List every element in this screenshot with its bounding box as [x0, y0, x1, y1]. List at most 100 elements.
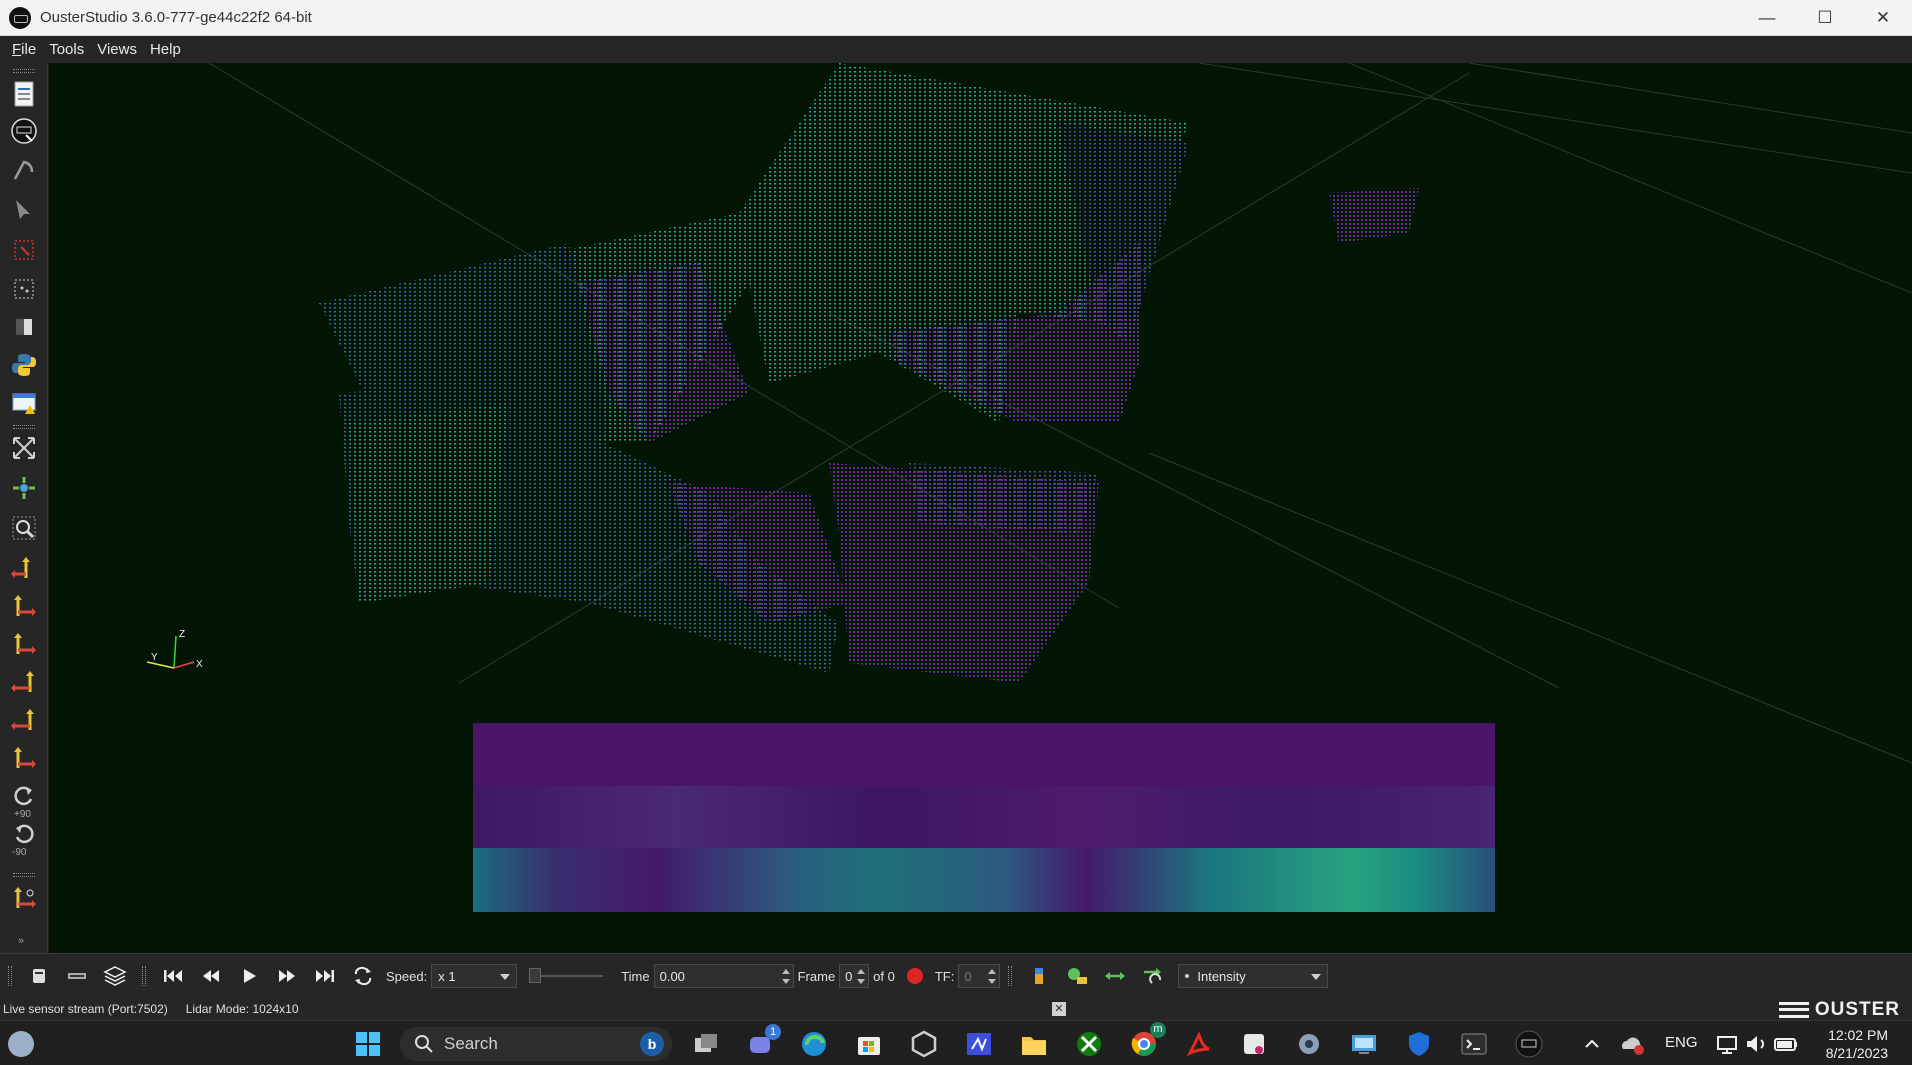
sensor-stream-button[interactable] — [9, 116, 39, 146]
rewind-button[interactable] — [196, 961, 226, 991]
taskbar-search-input[interactable]: Search b — [400, 1027, 672, 1061]
select-points-button[interactable] — [9, 274, 39, 304]
time-value: 0.00 — [659, 968, 685, 984]
toolbar-grip[interactable] — [142, 966, 146, 986]
toolbar-grip[interactable] — [1008, 966, 1013, 986]
toolbar-overflow-icon[interactable]: » — [18, 935, 24, 947]
view-minus-y-icon — [11, 671, 34, 692]
minimize-button[interactable]: — — [1738, 0, 1796, 36]
loop-button[interactable] — [348, 961, 378, 991]
play-button[interactable] — [234, 961, 264, 991]
menu-file[interactable]: File — [6, 41, 42, 58]
rotate-minus-90-icon — [15, 824, 34, 844]
battery-icon — [1774, 1038, 1797, 1051]
rotate-plus-90-button[interactable] — [9, 781, 39, 811]
remote-desktop-app[interactable] — [1348, 1028, 1380, 1060]
view-minus-z-button[interactable] — [9, 743, 39, 773]
menu-views[interactable]: Views — [91, 41, 143, 58]
axis-y-label: Y — [151, 652, 158, 663]
time-slider-handle[interactable] — [529, 968, 542, 983]
tf-stepper[interactable] — [986, 966, 998, 986]
layers-button[interactable] — [100, 961, 130, 991]
first-frame-button[interactable] — [158, 961, 188, 991]
measure-button[interactable] — [9, 155, 39, 185]
tf-input[interactable]: 0 — [958, 964, 1001, 988]
pointer-button[interactable] — [9, 194, 39, 224]
onedrive-tray[interactable] — [1616, 1028, 1648, 1060]
frame-input[interactable]: 0 — [839, 964, 870, 988]
transform-button[interactable] — [1138, 961, 1168, 991]
sensor-list-button[interactable] — [62, 961, 92, 991]
store-app[interactable] — [853, 1028, 885, 1060]
start-button[interactable] — [352, 1028, 384, 1060]
camera-orientation-button[interactable] — [9, 883, 39, 913]
loop-icon — [354, 966, 372, 986]
settings-app[interactable] — [1293, 1028, 1325, 1060]
python-shell-button[interactable] — [9, 350, 39, 380]
select-points-icon — [14, 279, 34, 299]
acrobat-app[interactable] — [1183, 1028, 1215, 1060]
unity-app[interactable] — [908, 1028, 940, 1060]
split-view-button[interactable] — [9, 312, 39, 342]
range-image-panel[interactable] — [473, 723, 1495, 912]
view-minus-x-button[interactable] — [9, 591, 39, 621]
zoom-to-data-button[interactable] — [9, 473, 39, 503]
file-explorer-app[interactable] — [1018, 1028, 1050, 1060]
speed-select[interactable]: x 1 — [431, 964, 518, 988]
color-by-select[interactable]: Intensity — [1178, 964, 1329, 988]
teams-app[interactable]: 1 — [745, 1024, 781, 1060]
maximize-button[interactable]: ☐ — [1796, 0, 1854, 36]
color-map-button[interactable] — [1062, 961, 1092, 991]
vs-code-app[interactable] — [963, 1028, 995, 1060]
reset-camera-icon — [13, 437, 35, 459]
warning-log-button[interactable] — [9, 388, 39, 418]
open-file-button[interactable] — [9, 79, 39, 109]
skip-to-start-icon — [164, 970, 182, 982]
snipping-tool-app[interactable] — [1238, 1028, 1270, 1060]
transform-icon — [1144, 968, 1162, 984]
weather-icon[interactable] — [8, 1031, 34, 1057]
task-view-button[interactable] — [690, 1028, 722, 1060]
point-cloud-viewport[interactable]: Z Y X — [49, 63, 1912, 953]
close-button[interactable]: ✕ — [1854, 0, 1912, 36]
view-plus-x-button[interactable] — [9, 553, 39, 583]
select-cells-button[interactable] — [9, 235, 39, 265]
volume-tray[interactable] — [1740, 1028, 1772, 1060]
frame-stepper[interactable] — [855, 966, 867, 986]
view-plus-y-button[interactable] — [9, 629, 39, 659]
sensor-config-button[interactable] — [24, 961, 54, 991]
tray-overflow-button[interactable] — [1576, 1028, 1608, 1060]
taskbar-clock[interactable]: 12:02 PM 8/21/2023 — [1826, 1026, 1888, 1062]
rotate-minus-90-button[interactable] — [9, 819, 39, 849]
toolbar-grip[interactable] — [13, 425, 35, 429]
menu-help[interactable]: Help — [144, 41, 187, 58]
zoom-to-box-button[interactable] — [9, 513, 39, 543]
menu-tools[interactable]: Tools — [43, 41, 90, 58]
color-legend-button[interactable] — [1024, 961, 1054, 991]
toolbar-grip[interactable] — [13, 69, 35, 73]
cloud-error-icon — [1622, 1037, 1644, 1055]
xbox-app[interactable] — [1073, 1028, 1105, 1060]
terminal-app[interactable] — [1458, 1028, 1490, 1060]
chrome-app[interactable]: m — [1128, 1022, 1166, 1060]
language-indicator[interactable]: ENG — [1665, 1034, 1698, 1051]
time-slider[interactable] — [529, 968, 604, 983]
select-cells-icon — [14, 240, 34, 260]
reset-camera-button[interactable] — [9, 433, 39, 463]
time-stepper[interactable] — [780, 966, 792, 986]
status-close-button[interactable]: ✕ — [1052, 1002, 1066, 1016]
battery-tray[interactable] — [1770, 1028, 1802, 1060]
fast-forward-button[interactable] — [272, 961, 302, 991]
ouster-studio-app[interactable] — [1513, 1028, 1545, 1060]
time-input[interactable]: 0.00 — [653, 964, 794, 988]
view-plus-z-button[interactable] — [9, 705, 39, 735]
security-app[interactable] — [1403, 1028, 1435, 1060]
view-minus-y-button[interactable] — [9, 667, 39, 697]
record-button[interactable] — [906, 968, 923, 984]
last-frame-button[interactable] — [310, 961, 340, 991]
toolbar-grip[interactable] — [8, 966, 12, 986]
edge-app[interactable] — [798, 1028, 830, 1060]
sync-frames-button[interactable] — [1100, 961, 1130, 991]
bing-icon[interactable]: b — [640, 1032, 664, 1056]
toolbar-grip[interactable] — [13, 873, 35, 877]
